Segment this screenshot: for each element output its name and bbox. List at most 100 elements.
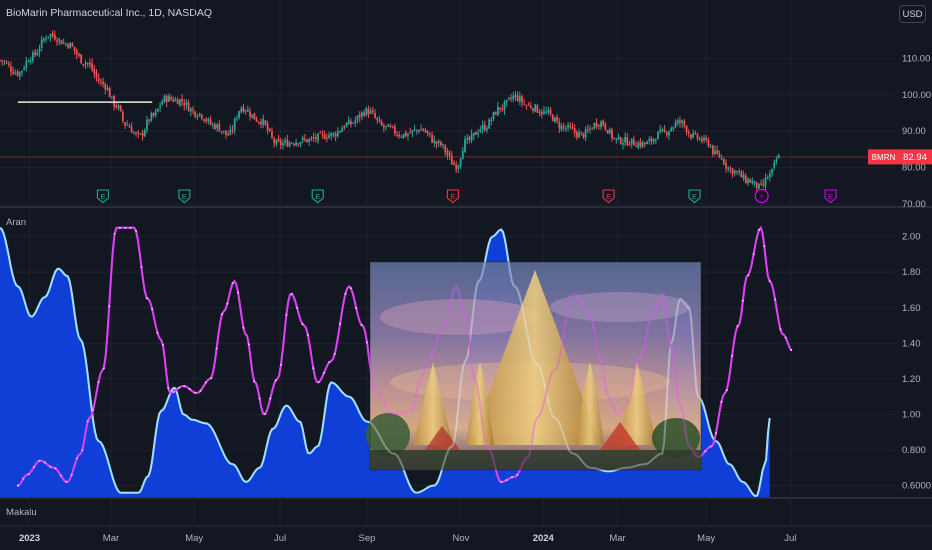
candle-body [14, 72, 17, 74]
candle-body [661, 129, 664, 131]
candle-body [71, 44, 74, 47]
candle-body [240, 108, 243, 113]
candle-body [611, 129, 613, 139]
candle-body [194, 111, 197, 117]
candle-body [284, 140, 287, 143]
earnings-marker[interactable]: E [602, 189, 615, 204]
candle-body [174, 99, 177, 102]
candle-body [89, 63, 91, 65]
candle-body [238, 111, 240, 118]
candle-body [490, 119, 493, 122]
candle-body [562, 126, 565, 128]
candle-body [481, 125, 484, 130]
candle-body [369, 110, 372, 114]
candle-body [387, 124, 390, 127]
candle-body [711, 145, 714, 155]
candle-body [426, 130, 429, 134]
candle-body [128, 125, 131, 128]
candle-body [49, 34, 52, 37]
earnings-marker[interactable]: E [446, 189, 459, 204]
candle-body [424, 130, 427, 133]
candle-body [308, 138, 311, 142]
candle-body [310, 137, 313, 139]
time-axis[interactable]: 2023 Mar May Jul Sep Nov 2024 Mar May Jul [19, 533, 796, 544]
candle-body [141, 132, 144, 136]
candle-body [198, 113, 201, 116]
candle-body [95, 72, 98, 78]
candle-body [637, 142, 640, 148]
earnings-marker[interactable]: E [311, 189, 324, 204]
candle-body [1, 60, 4, 62]
candle-body [170, 97, 172, 100]
candle-body [749, 179, 752, 183]
candle-body [551, 114, 554, 121]
time-axis-label: May [697, 533, 715, 544]
candle-body [330, 132, 333, 137]
candle-body [514, 94, 517, 98]
earnings-marker[interactable]: E [824, 189, 837, 204]
candle-body [264, 120, 267, 125]
earnings-label: E [100, 192, 105, 201]
candle-body [626, 137, 629, 146]
candle-body [10, 66, 12, 72]
candle-body [398, 134, 401, 137]
candle-body [246, 109, 249, 112]
candle-body [468, 136, 471, 141]
candle-body [139, 133, 142, 135]
candle-body [73, 46, 76, 51]
candle-body [457, 165, 460, 169]
candle-body [132, 132, 135, 134]
chart-canvas[interactable]: E E E E E E ⚡ E 2023 Mar May Jul Sep Nov 2024 Mar May Ju… [0, 0, 932, 550]
earnings-label: ⚡ [759, 192, 764, 201]
candle-body [317, 133, 319, 141]
candle-body [547, 110, 550, 113]
candle-body [433, 140, 436, 143]
candle-body [146, 119, 148, 130]
candle-body [543, 111, 545, 114]
earnings-marker[interactable]: ⚡ [754, 188, 769, 204]
candle-body [67, 44, 69, 48]
candle-body [106, 88, 109, 91]
candle-body [681, 120, 684, 123]
candle-body [773, 162, 776, 168]
candle-body [534, 104, 537, 112]
indicator-axis-label: 1.80 [902, 267, 921, 278]
candle-body [775, 159, 778, 162]
candle-body [314, 137, 317, 139]
candle-body [97, 78, 100, 82]
earnings-marker[interactable]: E [96, 189, 109, 204]
candle-body [466, 137, 469, 140]
candle-body [321, 133, 324, 135]
candle-body [347, 120, 350, 125]
indicator-axis[interactable]: 2.00 1.80 1.60 1.40 1.20 1.00 0.800 0.6000 [902, 232, 931, 492]
candle-body [525, 105, 528, 107]
candle-body [231, 129, 234, 131]
candle-body [698, 138, 701, 140]
candle-body [220, 131, 223, 133]
candle-body [402, 133, 405, 138]
candle-body [336, 131, 339, 137]
time-axis-label: 2024 [533, 533, 555, 544]
candle-body [93, 69, 96, 74]
candle-body [56, 40, 58, 43]
earnings-marker[interactable]: E [688, 189, 701, 204]
price-axis[interactable]: 110.00100.0090.0080.0070.00BMRN 82.94 [868, 53, 932, 210]
candle-body [157, 108, 159, 112]
candle-body [580, 131, 583, 133]
candle-body [422, 129, 425, 131]
candle-body [350, 121, 352, 125]
candle-body [253, 113, 256, 120]
candle-body [374, 113, 376, 118]
candle-body [185, 102, 188, 105]
candle-body [606, 129, 609, 134]
candle-body [34, 51, 36, 55]
earnings-marker[interactable]: E [178, 189, 191, 204]
candle-body [459, 158, 462, 167]
candle-body [249, 111, 251, 117]
candle-body [703, 137, 705, 141]
candle-body [578, 132, 580, 138]
indicator-pane [0, 225, 793, 498]
candle-body [700, 138, 703, 142]
candle-body [75, 50, 78, 55]
candle-body [400, 136, 403, 138]
